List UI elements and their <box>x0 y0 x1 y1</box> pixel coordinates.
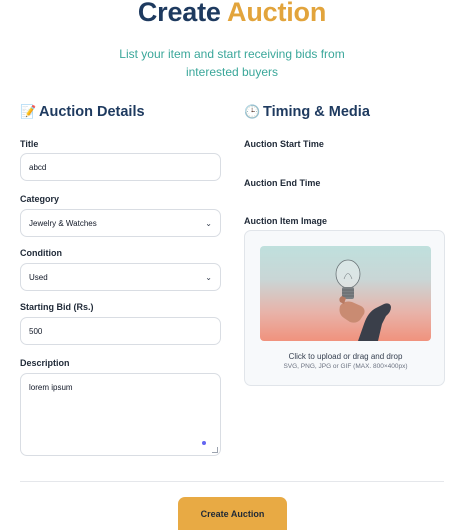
auction-details-heading: 📝 Auction Details <box>20 104 145 120</box>
condition-label: Condition <box>20 248 62 258</box>
category-select-value: Jewelry & Watches <box>29 218 97 228</box>
clock-icon: 🕒 <box>244 104 261 119</box>
lightbulb-hand-image <box>335 259 391 341</box>
upload-format-hint: SVG, PNG, JPG or GIF (MAX. 800×400px) <box>283 363 408 370</box>
start-time-label: Auction Start Time <box>244 139 324 149</box>
condition-select[interactable]: Used ⌄ <box>20 263 221 291</box>
title-input[interactable]: abcd <box>20 153 221 181</box>
image-preview <box>260 246 431 341</box>
title-label: Title <box>20 139 39 149</box>
memo-icon: 📝 <box>20 104 37 119</box>
resize-handle-icon[interactable] <box>212 447 218 453</box>
description-label: Description <box>20 358 70 368</box>
starting-bid-value: 500 <box>29 326 43 336</box>
category-select[interactable]: Jewelry & Watches ⌄ <box>20 209 221 237</box>
create-auction-button[interactable]: Create Auction <box>178 497 287 530</box>
item-image-label: Auction Item Image <box>244 216 328 226</box>
starting-bid-input[interactable]: 500 <box>20 317 221 345</box>
page-title: Create Auction <box>0 0 464 28</box>
image-upload-dropzone[interactable]: Click to upload or drag and drop SVG, PN… <box>244 230 445 386</box>
description-textarea[interactable]: lorem ipsum <box>20 373 221 456</box>
end-time-label: Auction End Time <box>244 178 321 188</box>
form-divider <box>20 481 444 482</box>
starting-bid-label: Starting Bid (Rs.) <box>20 302 94 312</box>
chevron-down-icon: ⌄ <box>205 272 212 282</box>
page-subtitle: List your item and start receiving bids … <box>119 47 345 79</box>
cursor-dot-icon <box>202 441 206 445</box>
description-value: lorem ipsum <box>29 383 73 392</box>
category-label: Category <box>20 194 60 204</box>
auction-details-heading-text: Auction Details <box>39 104 145 120</box>
chevron-down-icon: ⌄ <box>205 218 212 228</box>
page-title-auction: Auction <box>227 0 327 27</box>
page-title-create: Create <box>137 0 221 27</box>
timing-media-heading: 🕒 Timing & Media <box>244 104 370 120</box>
upload-instruction: Click to upload or drag and drop <box>288 352 403 361</box>
timing-media-heading-text: Timing & Media <box>263 104 370 120</box>
title-input-value: abcd <box>29 162 47 172</box>
condition-select-value: Used <box>29 272 48 282</box>
